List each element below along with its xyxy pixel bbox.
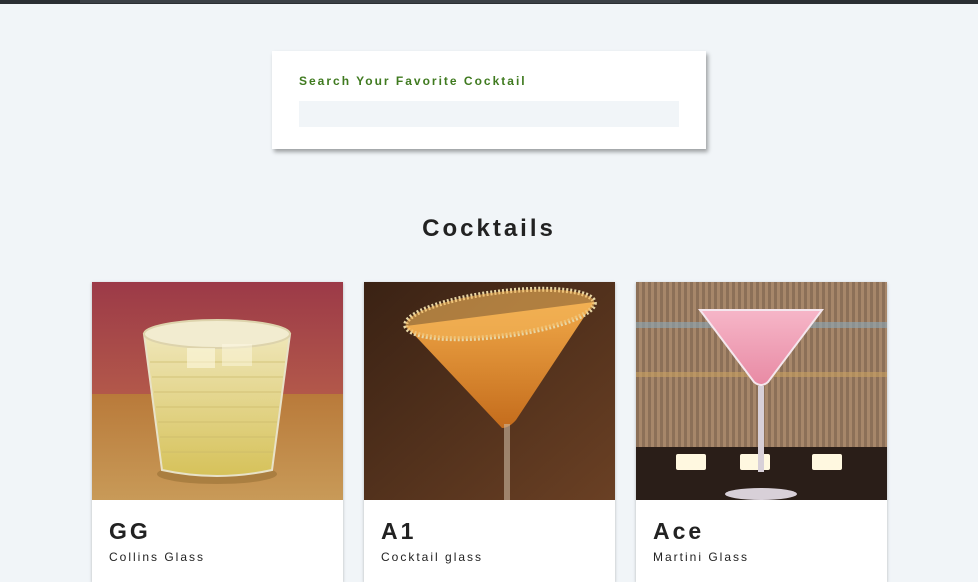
cocktail-image-ace[interactable]	[636, 282, 887, 500]
cocktail-card[interactable]: GG Collins Glass	[92, 282, 343, 582]
search-input[interactable]	[299, 101, 679, 127]
top-nav-inner	[80, 0, 680, 3]
cocktail-name: A1	[381, 518, 417, 544]
cocktail-glass: Martini Glass	[653, 550, 750, 564]
cocktail-image-gg[interactable]	[92, 282, 343, 500]
cocktail-card[interactable]: Ace Martini Glass	[636, 282, 887, 582]
section-title: Cocktails	[422, 215, 556, 242]
cocktail-card[interactable]: A1 Cocktail glass	[364, 282, 615, 582]
cocktail-glass: Cocktail glass	[381, 550, 484, 564]
cocktail-name: GG	[109, 518, 151, 544]
search-label: Search Your Favorite Cocktail	[299, 74, 527, 88]
cocktail-image-a1[interactable]	[364, 282, 615, 500]
cocktail-name: Ace	[653, 518, 705, 544]
search-form: Search Your Favorite Cocktail	[272, 51, 706, 149]
cocktail-glass: Collins Glass	[109, 550, 206, 564]
top-nav-bar	[0, 0, 978, 4]
